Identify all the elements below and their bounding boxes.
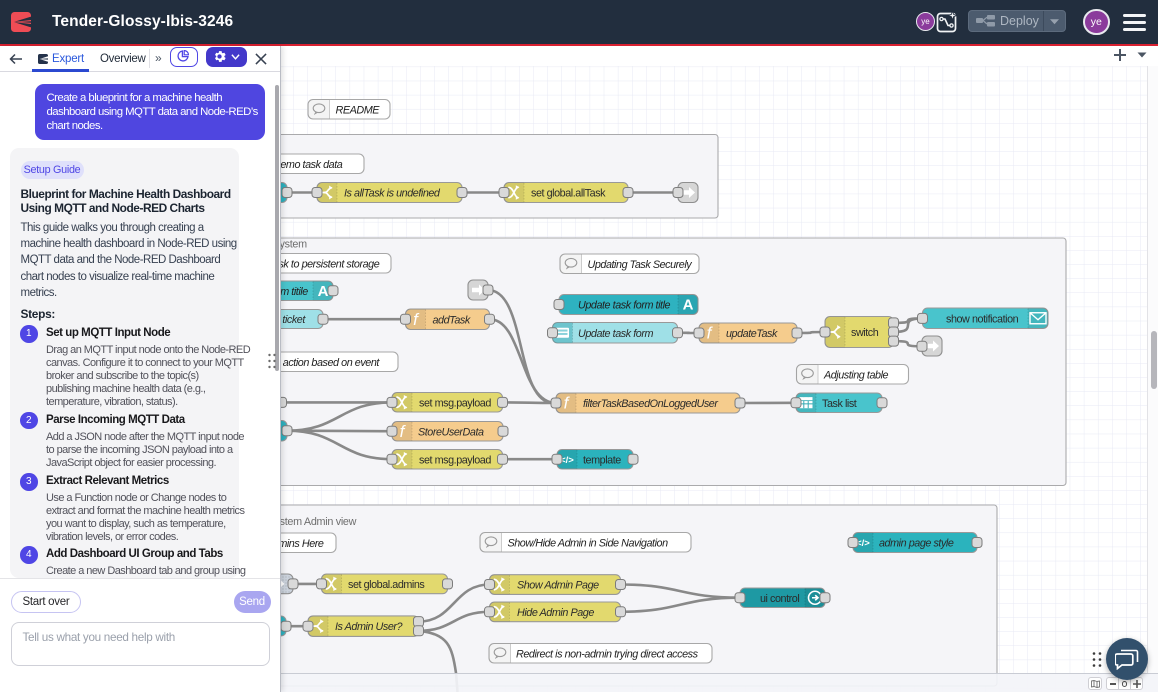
svg-text:Redirect is non-admin trying d: Redirect is non-admin trying direct acce… — [516, 648, 699, 660]
svg-text:Take action based on event: Take action based on event — [281, 357, 380, 369]
svg-text:Update task form title: Update task form title — [578, 300, 671, 312]
svg-text:Adjusting table: Adjusting table — [823, 369, 889, 381]
svg-text:Is allTask is undefined: Is allTask is undefined — [344, 188, 441, 200]
svg-text:A: A — [318, 283, 329, 300]
svg-text:template: template — [583, 454, 621, 466]
svg-text:Show/Hide Admin in Side Naviga: Show/Hide Admin in Side Navigation — [508, 537, 669, 549]
svg-text:Show Admin Page: Show Admin Page — [517, 580, 599, 592]
svg-text:Updating Task Securely: Updating Task Securely — [588, 259, 693, 271]
svg-text:Hide Admin Page: Hide Admin Page — [517, 607, 594, 619]
svg-text:Add ticket: Add ticket — [281, 314, 306, 326]
svg-text:Task list: Task list — [822, 398, 857, 410]
svg-text:filterTaskBasedOnLoggedUser: filterTaskBasedOnLoggedUser — [583, 398, 718, 410]
svg-text:README: README — [336, 104, 381, 116]
svg-text:Demo task data: Demo task data — [281, 159, 343, 171]
svg-text:switch: switch — [851, 327, 879, 339]
svg-text:set msg.payload: set msg.payload — [419, 397, 491, 409]
svg-text:Update task form: Update task form — [578, 328, 653, 340]
svg-text:set msg.payload: set msg.payload — [419, 454, 491, 466]
svg-text:show notification: show notification — [946, 313, 1019, 325]
svg-text:set global.allTask: set global.allTask — [531, 188, 606, 200]
svg-text:A: A — [683, 297, 694, 314]
svg-text:ui control: ui control — [760, 593, 799, 605]
svg-text:set global.admins: set global.admins — [348, 579, 425, 591]
svg-text:Add Admins Here: Add Admins Here — [281, 538, 324, 550]
svg-text:addTask: addTask — [433, 314, 471, 326]
svg-text:Is Admin User?: Is Admin User? — [335, 621, 403, 633]
svg-text:Task management system Admin v: Task management system Admin view — [281, 516, 357, 528]
svg-text:admin page style: admin page style — [879, 538, 954, 550]
svg-text:updateTask: updateTask — [726, 328, 778, 340]
svg-text:StoreUserData: StoreUserData — [418, 426, 484, 438]
svg-text:Save task to persistent storag: Save task to persistent storage — [281, 258, 380, 270]
svg-text:Task management system: Task management system — [281, 239, 307, 251]
svg-text:Add task form titile: Add task form titile — [281, 286, 308, 298]
